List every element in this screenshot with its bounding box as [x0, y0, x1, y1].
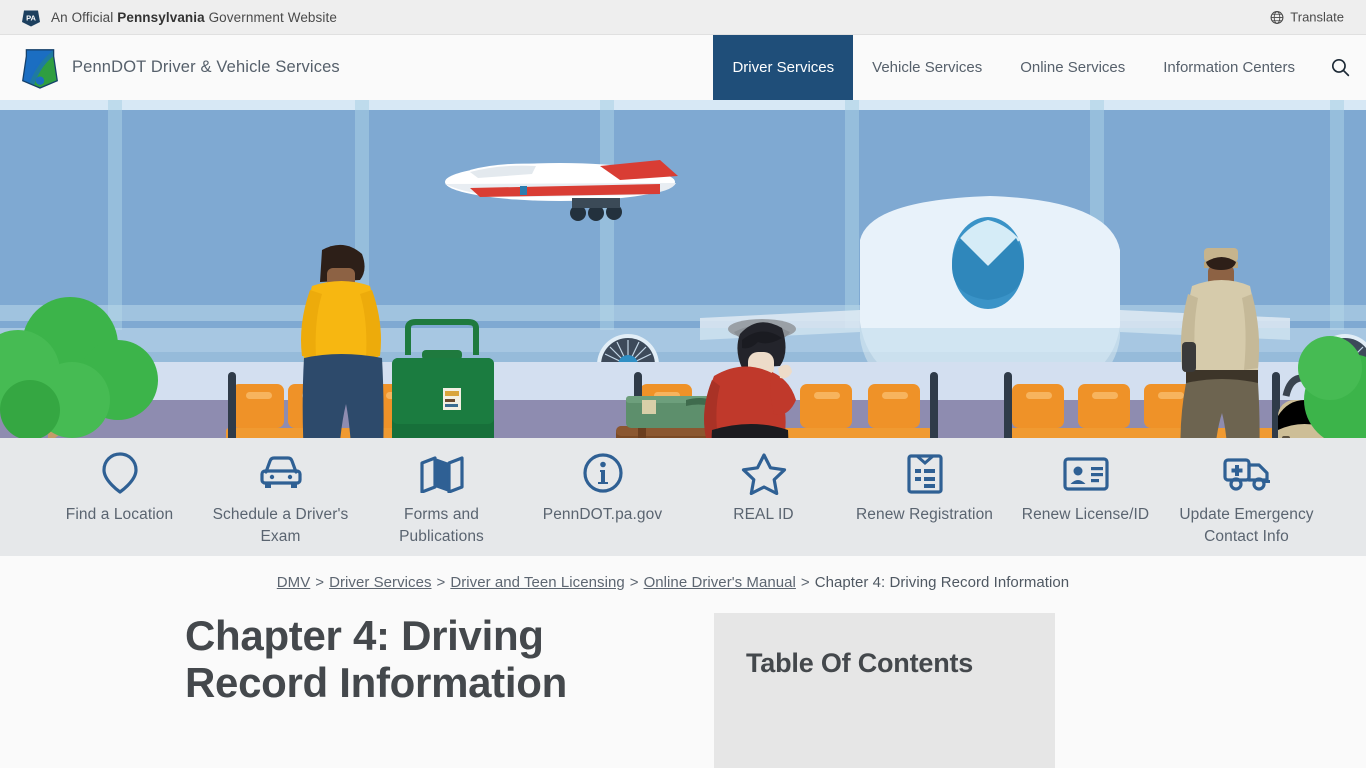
document-list-icon [904, 450, 946, 496]
main-column: Chapter 4: Driving Record Information [20, 612, 692, 768]
hero-illustration [0, 100, 1366, 438]
page-title: Chapter 4: Driving Record Information [185, 612, 567, 706]
car-icon [258, 450, 304, 496]
quick-link-label: Schedule a Driver's Exam [212, 506, 349, 545]
table-of-contents-title: Table Of Contents [746, 648, 974, 678]
table-of-contents-panel: Table Of Contents [714, 613, 1055, 768]
nav-item-vehicle-services[interactable]: Vehicle Services [853, 35, 1001, 100]
main-navigation: Driver Services Vehicle Services Online … [713, 35, 1366, 100]
info-circle-icon [581, 450, 625, 496]
nav-item-driver-services[interactable]: Driver Services [713, 35, 854, 100]
quick-link-label: Find a Location [65, 506, 174, 523]
quick-link-label: Forms and Publications [399, 506, 484, 545]
official-government-banner: PA An Official Pennsylvania Government W… [0, 0, 1366, 35]
gov-text-bold: Pennsylvania [117, 9, 205, 25]
quick-link-label: Update Emergency Contact Info [1179, 506, 1314, 545]
quick-link-label: Renew Registration [855, 506, 994, 523]
quick-link-update-emergency-contact-info[interactable]: Update Emergency Contact Info [1166, 448, 1327, 547]
quick-link-find-a-location[interactable]: Find a Location [39, 448, 200, 526]
quick-link-forms-and-publications[interactable]: Forms and Publications [361, 448, 522, 547]
nav-item-information-centers[interactable]: Information Centers [1144, 35, 1314, 100]
search-icon [1331, 58, 1349, 77]
search-button[interactable] [1314, 35, 1366, 100]
site-header: PennDOT Driver & Vehicle Services Driver… [0, 35, 1366, 100]
id-card-icon [1061, 450, 1111, 496]
svg-text:PA: PA [26, 14, 36, 23]
quick-links-bar: Find a Location Schedule a Driver's Exam… [0, 438, 1366, 556]
gov-banner-content: PA An Official Pennsylvania Government W… [20, 6, 337, 28]
nav-item-online-services[interactable]: Online Services [1001, 35, 1144, 100]
star-icon [741, 450, 787, 496]
quick-link-label: Renew License/ID [1021, 506, 1150, 523]
map-pin-icon [100, 450, 140, 496]
brand-title: PennDOT Driver & Vehicle Services [72, 58, 340, 76]
pa-keystone-icon: PA [22, 10, 40, 27]
breadcrumb-separator: > [436, 574, 446, 591]
quick-link-label: REAL ID [733, 506, 794, 523]
gov-text-before: An Official [51, 9, 118, 25]
breadcrumb-item-driver-services[interactable]: Driver Services [329, 574, 431, 591]
translate-button[interactable]: Translate [1270, 10, 1344, 25]
site-logo-link[interactable]: PennDOT Driver & Vehicle Services [0, 35, 340, 100]
quick-link-penndot-pa-gov[interactable]: PennDOT.pa.gov [522, 448, 683, 526]
content-columns: Chapter 4: Driving Record Information Ta… [0, 612, 1366, 768]
quick-link-renew-registration[interactable]: Renew Registration [844, 448, 1005, 526]
ambulance-icon [1221, 450, 1273, 496]
quick-link-schedule-a-drivers-exam[interactable]: Schedule a Driver's Exam [200, 448, 361, 547]
breadcrumb-item-online-drivers-manual[interactable]: Online Driver's Manual [644, 574, 796, 591]
gov-banner-text: An Official Pennsylvania Government Webs… [51, 10, 337, 25]
quick-link-real-id[interactable]: REAL ID [683, 448, 844, 526]
quick-link-renew-license-id[interactable]: Renew License/ID [1005, 448, 1166, 526]
breadcrumb-separator: > [629, 574, 639, 591]
translate-label: Translate [1290, 9, 1344, 25]
quick-link-label: PennDOT.pa.gov [542, 506, 663, 523]
breadcrumb-separator: > [315, 574, 325, 591]
globe-icon [1270, 10, 1284, 24]
breadcrumb-item-current: Chapter 4: Driving Record Information [814, 574, 1070, 591]
breadcrumb: DMV > Driver Services > Driver and Teen Lice… [0, 574, 1366, 591]
breadcrumb-separator: > [800, 574, 810, 591]
folded-map-icon [418, 450, 466, 496]
gov-text-after: Government Website [204, 9, 337, 25]
breadcrumb-item-driver-and-teen-licensing[interactable]: Driver and Teen Licensing [450, 574, 624, 591]
page-content: DMV > Driver Services > Driver and Teen Lice… [0, 556, 1366, 768]
breadcrumb-item-dmv[interactable]: DMV [277, 574, 310, 591]
penndot-keystone-logo [22, 48, 58, 89]
